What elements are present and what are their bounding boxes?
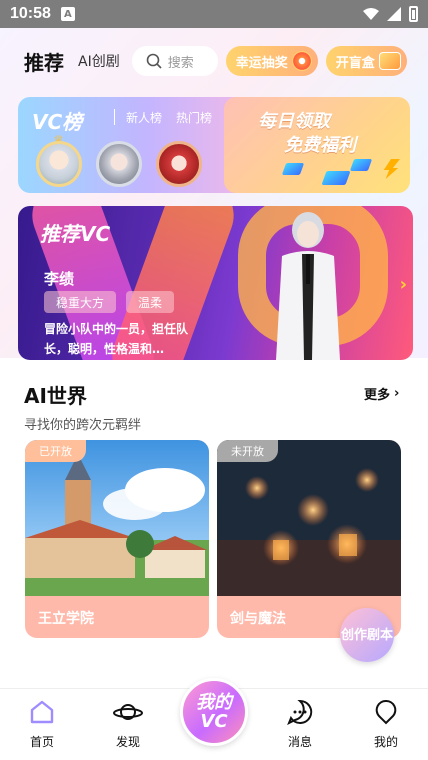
welfare-line2: 免费福利 [284, 135, 356, 156]
signal-icon [387, 7, 401, 21]
nav-discover[interactable]: 发现 [98, 697, 158, 750]
lottery-button[interactable]: 幸运抽奖 [225, 46, 318, 76]
tab-hot-ranking[interactable]: 热门榜 [176, 109, 212, 126]
message-icon [287, 699, 313, 725]
search-input[interactable]: 搜索 [131, 46, 218, 76]
lightning-icon [383, 159, 400, 179]
character-tag: 稳重大方 [44, 291, 117, 313]
nav-home-label: 首页 [29, 735, 54, 749]
character-tag: 温柔 [126, 291, 175, 313]
status-bar: 10:58 A [0, 0, 428, 28]
banner-title: 推荐VC [40, 222, 111, 246]
lottery-label: 幸运抽奖 [235, 55, 288, 71]
vc-rank-logo: VC榜 [32, 110, 83, 134]
gem-icon [281, 163, 305, 175]
nav-messages-label: 消息 [287, 735, 312, 749]
royal-academy-image [25, 440, 209, 596]
world-card-royal-academy[interactable]: 已开放 王立学院 [25, 440, 209, 638]
status-badge: 未开放 [217, 440, 278, 462]
profile-icon [375, 699, 397, 725]
section-title-ai-world: AI世界 [24, 384, 87, 408]
next-arrow-icon[interactable]: › [400, 274, 407, 295]
more-label: 更多 [364, 388, 391, 403]
more-link[interactable]: 更多 › [364, 384, 399, 403]
search-placeholder: 搜索 [167, 55, 194, 71]
gift-box-icon [378, 52, 401, 70]
chevron-right-icon: › [394, 386, 400, 401]
home-icon [30, 700, 54, 724]
planet-icon [113, 704, 143, 720]
nav-home[interactable]: 首页 [12, 697, 72, 750]
vc-rank-card[interactable]: VC榜 新人榜 热门榜 ♛ [18, 97, 252, 193]
divider [114, 109, 115, 125]
character-description: 冒险小队中的一员，担任队长，聪明，性格温和… [44, 322, 189, 356]
blindbox-label: 开盲盒 [335, 55, 375, 71]
blindbox-button[interactable]: 开盲盒 [325, 46, 407, 76]
gem-icon [349, 159, 373, 171]
world-name: 剑与魔法 [230, 611, 286, 627]
world-name: 王立学院 [38, 611, 94, 627]
battery-icon [409, 6, 418, 22]
gem-icon [321, 171, 351, 185]
my-vc-button[interactable]: 我的VC [180, 678, 248, 746]
search-icon [146, 53, 162, 69]
avatar-rank-1[interactable] [36, 141, 82, 187]
create-script-button[interactable]: 创作剧本 [340, 608, 394, 662]
nav-mine-label: 我的 [373, 735, 398, 749]
notification-icon: A [60, 7, 75, 21]
avatar-rank-3[interactable] [156, 141, 202, 187]
status-badge: 已开放 [25, 440, 86, 462]
recommend-vc-banner[interactable]: 推荐VC 李绩 稳重大方 温柔 冒险小队中的一员，担任队长，聪明，性格温和… › [18, 206, 413, 360]
lottery-wheel-icon [291, 51, 312, 71]
header: 推荐 AI创剧 搜索 幸运抽奖 开盲盒 [0, 28, 428, 94]
tab-new-ranking[interactable]: 新人榜 [126, 109, 162, 126]
tab-recommend[interactable]: 推荐 [24, 47, 64, 76]
character-name: 李绩 [44, 270, 75, 288]
nav-messages[interactable]: 消息 [270, 697, 330, 750]
welfare-line1: 每日领取 [258, 111, 330, 132]
tab-ai-drama[interactable]: AI创剧 [78, 51, 120, 71]
wifi-icon [363, 8, 379, 20]
avatar-rank-2[interactable] [96, 141, 142, 187]
nav-discover-label: 发现 [115, 735, 140, 749]
status-time: 10:58 [10, 5, 51, 22]
section-subtitle: 寻找你的跨次元羁绊 [24, 418, 142, 433]
character-illustration [276, 212, 340, 360]
sword-magic-image [217, 440, 401, 596]
nav-mine[interactable]: 我的 [356, 697, 416, 750]
daily-welfare-card[interactable]: 每日领取 免费福利 [224, 97, 410, 193]
